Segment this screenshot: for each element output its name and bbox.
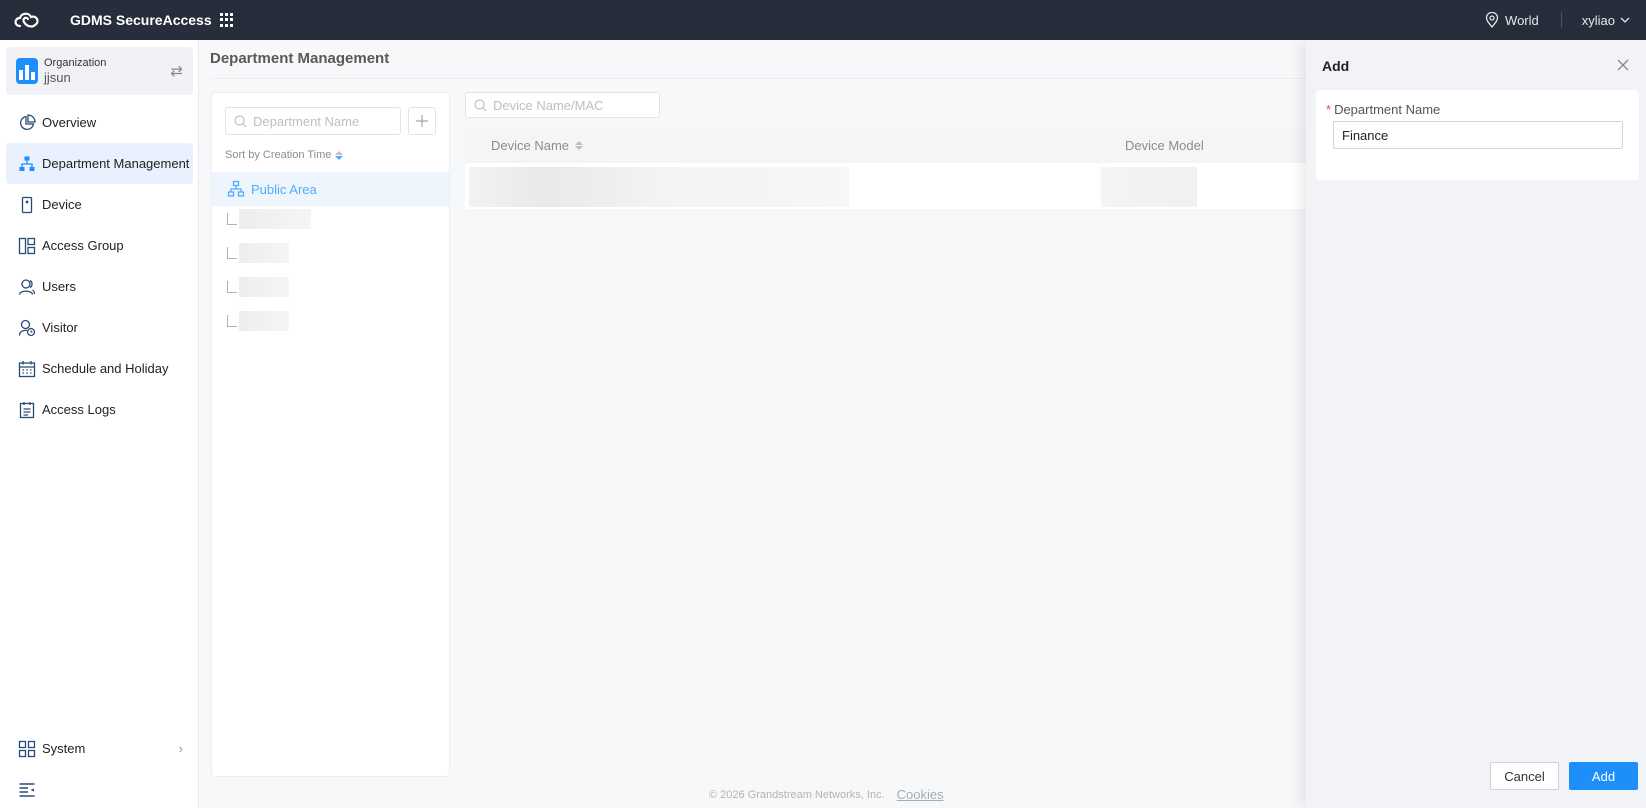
access-group-icon <box>18 237 36 254</box>
collapse-sidebar-button[interactable] <box>6 769 193 808</box>
sidebar-item-label: Access Group <box>42 238 124 253</box>
app-grid-icon[interactable] <box>219 13 234 27</box>
form-card: * Department Name <box>1316 90 1639 180</box>
username: xyliao <box>1581 12 1615 28</box>
sidebar-item-department-management[interactable]: Department Management <box>6 143 193 184</box>
cancel-button[interactable]: Cancel <box>1490 762 1559 790</box>
site-selector[interactable]: World <box>1463 12 1561 28</box>
swap-icon[interactable]: ⇄ <box>170 62 183 80</box>
app-title: GDMS SecureAccess <box>70 12 212 28</box>
sidebar-nav: Overview Department Management Device Ac… <box>6 102 193 430</box>
sidebar-item-label: Visitor <box>42 320 78 335</box>
sidebar-item-access-logs[interactable]: Access Logs <box>6 389 193 430</box>
department-name-input[interactable] <box>1333 121 1623 149</box>
top-bar: GDMS SecureAccess World xyliao <box>0 0 1646 40</box>
sidebar-item-system[interactable]: System › <box>6 728 193 769</box>
add-button[interactable]: Add <box>1569 762 1638 790</box>
drawer-mask[interactable] <box>199 40 1306 808</box>
building-icon <box>16 58 38 84</box>
sidebar-item-label: System <box>42 741 86 756</box>
location-pin-icon <box>1485 12 1499 28</box>
chevron-down-icon <box>1620 17 1630 23</box>
close-icon[interactable] <box>1614 56 1632 74</box>
site-name: World <box>1505 12 1539 28</box>
sidebar: Organization jjsun ⇄ Overview Department… <box>0 40 199 808</box>
app-logo-icon[interactable] <box>0 0 54 40</box>
sidebar-item-label: Device <box>42 197 82 212</box>
org-label: Organization <box>44 56 107 69</box>
sidebar-item-label: Schedule and Holiday <box>42 361 169 376</box>
pie-chart-icon <box>20 113 36 130</box>
calendar-icon <box>18 360 36 377</box>
field-label-text: Department Name <box>1334 102 1441 117</box>
collapse-menu-icon <box>19 782 35 797</box>
sidebar-item-visitor[interactable]: Visitor <box>6 307 193 348</box>
org-name: jjsun <box>44 69 71 85</box>
sidebar-item-overview[interactable]: Overview <box>6 102 193 143</box>
add-department-drawer: Add *Department Name Cancel Add <box>1306 40 1646 808</box>
system-grid-icon <box>18 740 36 757</box>
organization-switcher[interactable]: Organization jjsun ⇄ <box>6 47 193 95</box>
sidebar-item-users[interactable]: Users <box>6 266 193 307</box>
user-menu[interactable]: xyliao <box>1562 13 1646 28</box>
sidebar-item-schedule-and-holiday[interactable]: Schedule and Holiday <box>6 348 193 389</box>
logs-icon <box>19 401 35 418</box>
org-chart-icon <box>19 156 35 171</box>
users-icon <box>18 278 36 295</box>
device-icon <box>21 196 33 213</box>
sidebar-item-access-group[interactable]: Access Group <box>6 225 193 266</box>
sidebar-item-label: Access Logs <box>42 402 116 417</box>
sidebar-bottom: System › <box>6 728 193 808</box>
sidebar-item-label: Overview <box>42 115 97 130</box>
visitor-icon <box>18 319 36 336</box>
department-name-label: * Department Name <box>1326 102 1440 117</box>
sidebar-item-label: Users <box>42 279 76 294</box>
chevron-right-icon: › <box>178 741 183 756</box>
sidebar-item-device[interactable]: Device <box>6 184 193 225</box>
drawer-title: Add <box>1322 58 1350 74</box>
required-mark: * <box>1326 102 1332 117</box>
sidebar-item-label: Department Management <box>42 156 190 171</box>
